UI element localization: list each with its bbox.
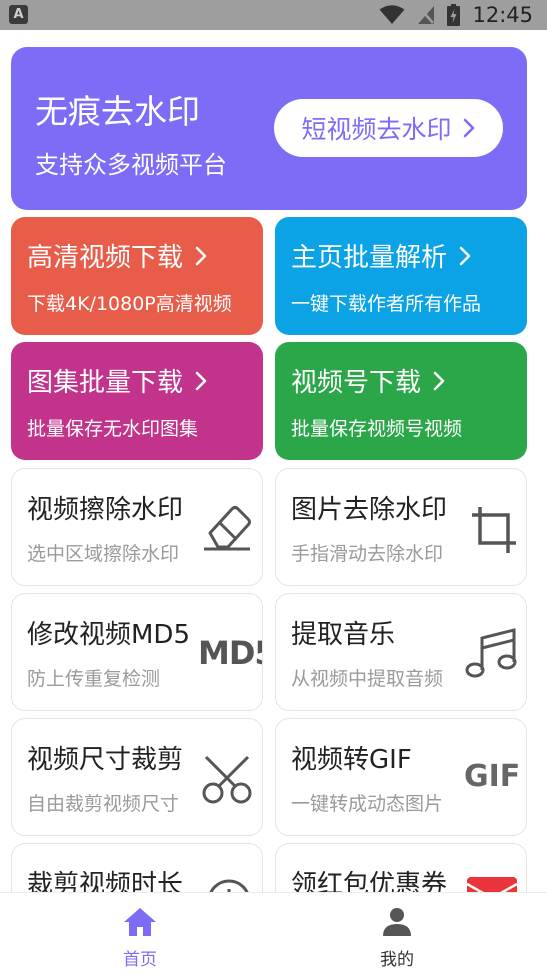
clock-icon xyxy=(209,879,249,892)
video-to-gif-tile[interactable]: 视频转GIF 一键转成动态图片 GIF xyxy=(275,718,527,836)
card-title: 图集批量下载 xyxy=(27,368,184,398)
homepage-batch-parse-card[interactable]: 主页批量解析 一键下载作者所有作品 xyxy=(275,217,527,335)
trim-video-duration-tile[interactable]: 裁剪视频时长 xyxy=(11,843,263,892)
clock-time: 12:45 xyxy=(472,3,533,27)
tile-subtitle: 一键转成动态图片 xyxy=(291,793,444,815)
chevron-right-icon xyxy=(195,246,207,265)
extract-music-tile[interactable]: 提取音乐 从视频中提取音频 xyxy=(275,593,527,711)
tile-title: 视频转GIF xyxy=(291,745,412,775)
short-video-watermark-button[interactable]: 短视频去水印 xyxy=(274,99,503,157)
tile-subtitle: 从视频中提取音频 xyxy=(291,668,444,690)
md5-icon: MD5 xyxy=(198,634,262,672)
gallery-batch-download-card[interactable]: 图集批量下载 批量保存无水印图集 xyxy=(11,342,263,460)
tile-title: 视频尺寸裁剪 xyxy=(27,745,184,775)
eraser-icon xyxy=(204,506,251,551)
bottom-nav: 首页 我的 xyxy=(0,892,547,975)
hero-banner[interactable]: 无痕去水印 支持众多视频平台 短视频去水印 xyxy=(11,47,527,210)
notification-app-icon: A xyxy=(9,5,28,24)
nav-home-label: 首页 xyxy=(123,950,157,970)
card-title: 视频号下载 xyxy=(291,368,422,398)
red-envelope-icon xyxy=(466,877,518,892)
tile-title: 提取音乐 xyxy=(291,620,396,650)
card-subtitle: 下载4K/1080P高清视频 xyxy=(27,293,232,315)
video-erase-watermark-tile[interactable]: 视频擦除水印 选中区域擦除水印 xyxy=(11,468,263,586)
tile-title: 裁剪视频时长 xyxy=(27,870,184,892)
card-subtitle: 批量保存无水印图集 xyxy=(27,418,199,440)
hero-title: 无痕去水印 xyxy=(35,92,200,131)
video-size-crop-tile[interactable]: 视频尺寸裁剪 自由裁剪视频尺寸 xyxy=(11,718,263,836)
nav-mine[interactable]: 我的 xyxy=(347,907,447,970)
card-title: 高清视频下载 xyxy=(27,243,184,273)
chevron-right-icon xyxy=(433,371,445,390)
hero-subtitle: 支持众多视频平台 xyxy=(35,151,227,179)
hd-video-download-card[interactable]: 高清视频下载 下载4K/1080P高清视频 xyxy=(11,217,263,335)
nav-mine-label: 我的 xyxy=(380,950,414,970)
hero-button-label: 短视频去水印 xyxy=(301,115,452,144)
tile-subtitle: 防上传重复检测 xyxy=(27,668,161,690)
chevron-right-icon xyxy=(195,371,207,390)
no-signal-icon xyxy=(418,6,435,24)
tile-subtitle: 自由裁剪视频尺寸 xyxy=(27,793,180,815)
main-content: 无痕去水印 支持众多视频平台 短视频去水印 高清视频下载 下载4K/1080P高… xyxy=(0,30,547,892)
tile-title: 图片去除水印 xyxy=(291,495,448,525)
chevron-right-icon xyxy=(459,246,471,265)
home-icon xyxy=(124,908,156,936)
tile-subtitle: 手指滑动去除水印 xyxy=(291,543,444,565)
person-icon xyxy=(383,908,411,936)
video-account-download-card[interactable]: 视频号下载 批量保存视频号视频 xyxy=(275,342,527,460)
crop-icon xyxy=(472,507,516,553)
tile-title: 视频擦除水印 xyxy=(27,495,184,525)
wifi-icon xyxy=(379,5,405,24)
image-remove-watermark-tile[interactable]: 图片去除水印 手指滑动去除水印 xyxy=(275,468,527,586)
battery-icon xyxy=(447,4,461,26)
scissors-icon xyxy=(202,755,252,804)
gif-icon: GIF xyxy=(464,759,521,794)
chevron-right-icon xyxy=(463,118,474,138)
card-title: 主页批量解析 xyxy=(291,243,448,273)
nav-home[interactable]: 首页 xyxy=(90,907,190,970)
status-bar: A 12:45 xyxy=(0,0,547,30)
modify-video-md5-tile[interactable]: 修改视频MD5 防上传重复检测 MD5 xyxy=(11,593,263,711)
red-packet-coupon-tile[interactable]: 领红包优惠券 xyxy=(275,843,527,892)
tile-subtitle: 选中区域擦除水印 xyxy=(27,543,180,565)
card-subtitle: 批量保存视频号视频 xyxy=(291,418,463,440)
music-note-icon xyxy=(465,628,517,678)
tile-title: 修改视频MD5 xyxy=(27,620,190,650)
card-subtitle: 一键下载作者所有作品 xyxy=(291,293,482,315)
tile-title: 领红包优惠券 xyxy=(291,870,448,892)
